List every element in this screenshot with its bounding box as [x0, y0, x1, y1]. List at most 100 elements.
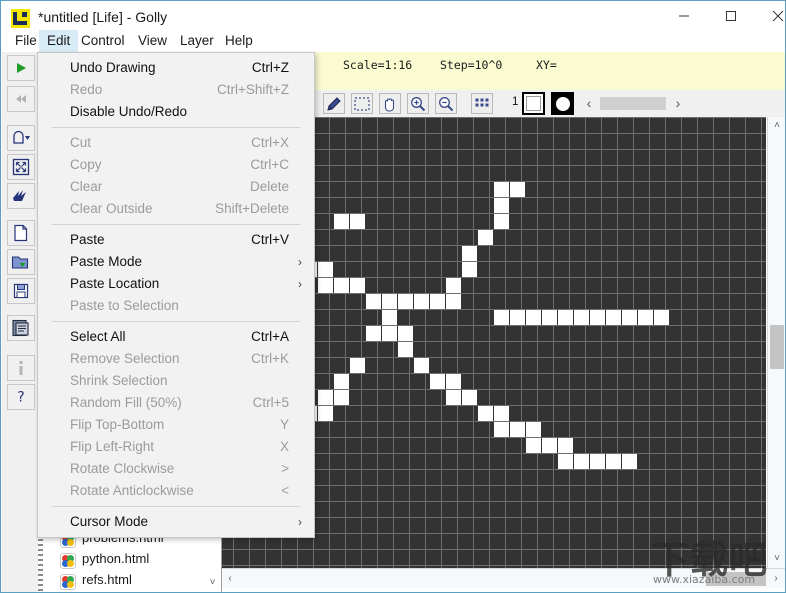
live-cell[interactable] — [654, 310, 669, 325]
live-cell[interactable] — [318, 278, 333, 293]
live-cell[interactable] — [558, 438, 573, 453]
live-cell[interactable] — [462, 262, 477, 277]
pan-tool-button[interactable] — [379, 93, 401, 114]
live-cell[interactable] — [606, 310, 621, 325]
live-cell[interactable] — [590, 454, 605, 469]
live-cell[interactable] — [494, 214, 509, 229]
live-cell[interactable] — [638, 310, 653, 325]
live-cell[interactable] — [446, 374, 461, 389]
horizontal-scroll-thumb[interactable] — [706, 572, 766, 586]
scroll-up-button[interactable]: ˄ — [768, 117, 785, 135]
live-cell[interactable] — [462, 390, 477, 405]
live-cell[interactable] — [414, 294, 429, 309]
live-cell[interactable] — [318, 406, 333, 421]
live-cell[interactable] — [334, 278, 349, 293]
live-cell[interactable] — [590, 310, 605, 325]
state-slider[interactable] — [600, 97, 666, 110]
zoom-in-tool-button[interactable] — [407, 93, 429, 114]
live-cell[interactable] — [494, 198, 509, 213]
live-cell[interactable] — [334, 374, 349, 389]
live-cell[interactable] — [510, 182, 525, 197]
live-cell[interactable] — [494, 422, 509, 437]
live-cell[interactable] — [478, 406, 493, 421]
menu-layer[interactable]: Layer — [172, 30, 222, 52]
live-cell[interactable] — [446, 294, 461, 309]
menu-control[interactable]: Control — [73, 30, 133, 52]
live-cell[interactable] — [558, 310, 573, 325]
live-cell[interactable] — [318, 262, 333, 277]
grid-toggle-button[interactable] — [471, 93, 493, 114]
rewind-button[interactable] — [7, 86, 35, 112]
menu-item-paste-location[interactable]: Paste Location › — [38, 273, 314, 295]
live-cell[interactable] — [478, 230, 493, 245]
menu-item-undo-drawing[interactable]: Undo Drawing Ctrl+Z — [38, 57, 314, 79]
menu-item-select-all[interactable]: Select All Ctrl+A — [38, 326, 314, 348]
live-cell[interactable] — [526, 438, 541, 453]
info-button[interactable] — [7, 355, 35, 381]
live-cell[interactable] — [318, 390, 333, 405]
open-pattern-button[interactable] — [7, 249, 35, 275]
hyperspeed-button[interactable] — [7, 183, 35, 209]
edit-dropdown-menu[interactable]: Undo Drawing Ctrl+Z Redo Ctrl+Shift+Z Disabl… — [37, 52, 315, 538]
live-cell[interactable] — [398, 326, 413, 341]
live-cell[interactable] — [430, 294, 445, 309]
live-cell[interactable] — [334, 214, 349, 229]
live-cell[interactable] — [398, 342, 413, 357]
minimize-button[interactable] — [661, 1, 707, 31]
vertical-scroll-thumb[interactable] — [770, 325, 784, 369]
white-state-swatch[interactable] — [522, 92, 545, 115]
show-patterns-button[interactable] — [7, 315, 35, 341]
live-cell[interactable] — [350, 214, 365, 229]
live-cell[interactable] — [606, 454, 621, 469]
state-prev-button[interactable]: ‹ — [582, 95, 596, 111]
vertical-scrollbar[interactable]: ˄ ˅ — [767, 117, 785, 568]
live-cell[interactable] — [542, 310, 557, 325]
live-cell[interactable] — [574, 310, 589, 325]
live-cell[interactable] — [446, 278, 461, 293]
play-button[interactable] — [7, 55, 35, 81]
menu-item-cursor-mode[interactable]: Cursor Mode › — [38, 511, 314, 533]
select-tool-button[interactable] — [351, 93, 373, 114]
menu-view[interactable]: View — [130, 30, 175, 52]
state-next-button[interactable]: › — [671, 95, 685, 111]
live-cell[interactable] — [366, 326, 381, 341]
live-cell[interactable] — [398, 294, 413, 309]
live-cell[interactable] — [494, 310, 509, 325]
save-pattern-button[interactable] — [7, 278, 35, 304]
close-button[interactable] — [755, 1, 785, 31]
maximize-button[interactable] — [708, 1, 754, 31]
menu-item-paste-mode[interactable]: Paste Mode › — [38, 251, 314, 273]
help-button[interactable]: ? — [7, 384, 35, 410]
menu-item-paste[interactable]: Paste Ctrl+V — [38, 229, 314, 251]
live-cell[interactable] — [446, 390, 461, 405]
live-cell[interactable] — [494, 406, 509, 421]
live-cell[interactable] — [350, 278, 365, 293]
live-cell[interactable] — [542, 438, 557, 453]
menu-help[interactable]: Help — [217, 30, 261, 52]
live-cell[interactable] — [430, 374, 445, 389]
scroll-down-button[interactable]: ˅ — [768, 550, 785, 568]
live-cell[interactable] — [462, 246, 477, 261]
zoom-out-tool-button[interactable] — [435, 93, 457, 114]
live-cell[interactable] — [382, 294, 397, 309]
scroll-left-button[interactable]: ‹ — [221, 569, 239, 588]
live-cell[interactable] — [558, 454, 573, 469]
live-cell[interactable] — [526, 422, 541, 437]
menu-item-disable-undo-redo[interactable]: Disable Undo/Redo — [38, 101, 314, 123]
live-cell[interactable] — [510, 422, 525, 437]
live-cell[interactable] — [334, 390, 349, 405]
scroll-right-button[interactable]: › — [767, 569, 785, 588]
black-state-swatch[interactable] — [551, 92, 574, 115]
live-cell[interactable] — [526, 310, 541, 325]
live-cell[interactable] — [366, 294, 381, 309]
live-cell[interactable] — [414, 358, 429, 373]
draw-tool-button[interactable] — [323, 93, 345, 114]
fit-pattern-button[interactable] — [7, 154, 35, 180]
new-pattern-button[interactable] — [7, 220, 35, 246]
live-cell[interactable] — [382, 326, 397, 341]
live-cell[interactable] — [622, 310, 637, 325]
horizontal-scrollbar[interactable]: ‹ › — [221, 568, 785, 588]
live-cell[interactable] — [622, 454, 637, 469]
live-cell[interactable] — [494, 182, 509, 197]
live-cell[interactable] — [350, 358, 365, 373]
